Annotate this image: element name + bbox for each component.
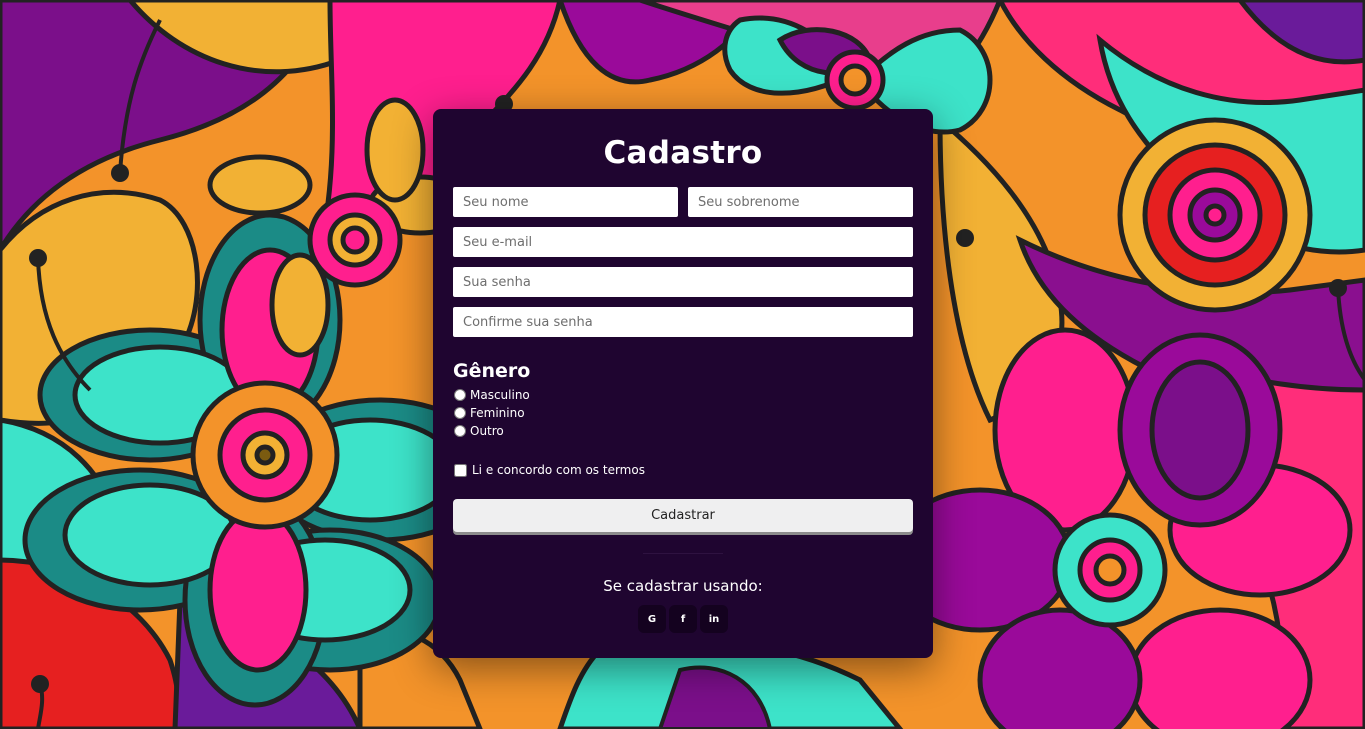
social-title: Se cadastrar usando: bbox=[603, 577, 763, 595]
gender-option-feminino[interactable]: Feminino bbox=[453, 404, 525, 422]
terms-label: Li e concordo com os termos bbox=[472, 463, 645, 477]
gender-option-label: Feminino bbox=[470, 406, 525, 420]
gender-option-masculino[interactable]: Masculino bbox=[453, 386, 530, 404]
google-icon: G bbox=[647, 613, 657, 625]
social-buttons: G f in bbox=[433, 605, 933, 633]
gender-title: Gênero bbox=[453, 360, 531, 382]
email-input[interactable] bbox=[453, 227, 913, 257]
last-name-input[interactable] bbox=[688, 187, 913, 217]
divider bbox=[643, 553, 723, 554]
gender-option-outro[interactable]: Outro bbox=[453, 422, 504, 440]
google-button[interactable]: G bbox=[638, 605, 666, 633]
password-input[interactable] bbox=[453, 267, 913, 297]
submit-button[interactable]: Cadastrar bbox=[453, 499, 913, 532]
facebook-button[interactable]: f bbox=[669, 605, 697, 633]
linkedin-button[interactable]: in bbox=[700, 605, 728, 633]
gender-radio-feminino[interactable] bbox=[454, 407, 466, 419]
form-title: Cadastro bbox=[603, 135, 763, 171]
facebook-icon: f bbox=[680, 613, 686, 625]
terms-checkbox-row[interactable]: Li e concordo com os termos bbox=[453, 461, 645, 479]
first-name-input[interactable] bbox=[453, 187, 678, 217]
registration-card: Cadastro Gênero Masculino Feminino Outro… bbox=[433, 109, 933, 658]
gender-option-label: Outro bbox=[470, 424, 504, 438]
linkedin-icon: in bbox=[708, 613, 720, 625]
gender-radio-masculino[interactable] bbox=[454, 389, 466, 401]
gender-radio-outro[interactable] bbox=[454, 425, 466, 437]
terms-checkbox[interactable] bbox=[454, 463, 467, 477]
gender-option-label: Masculino bbox=[470, 388, 530, 402]
confirm-password-input[interactable] bbox=[453, 307, 913, 337]
